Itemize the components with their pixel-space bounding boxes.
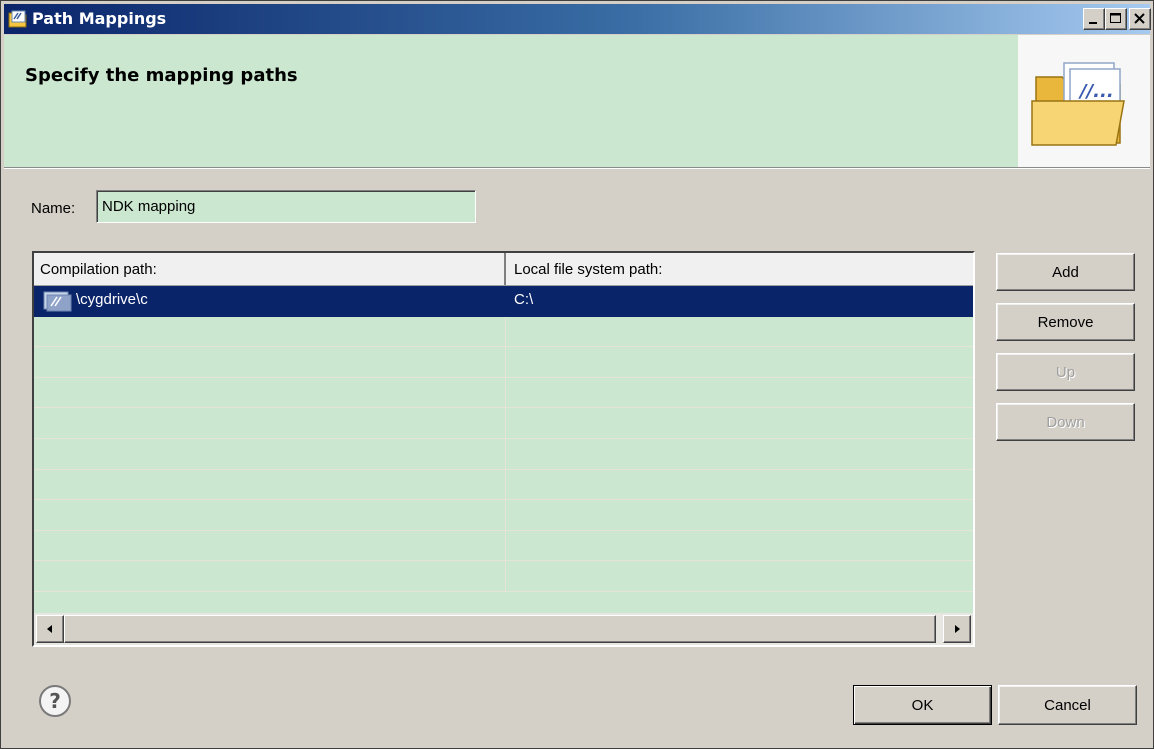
ok-button[interactable]: OK xyxy=(853,685,992,725)
empty-cell xyxy=(34,438,506,469)
empty-cell xyxy=(34,469,506,500)
down-button[interactable]: Down xyxy=(996,403,1135,441)
minimize-icon xyxy=(1089,22,1097,24)
cancel-button[interactable]: Cancel xyxy=(998,685,1137,725)
path-mappings-dialog: Path Mappings Specify the mapping paths xyxy=(0,0,1154,749)
table-row xyxy=(34,561,973,592)
empty-cell xyxy=(34,500,506,530)
svg-text:?: ? xyxy=(49,689,61,713)
empty-cell xyxy=(34,377,506,408)
arrow-left-icon xyxy=(47,625,52,633)
scroll-right-button[interactable] xyxy=(943,615,971,643)
table-row xyxy=(34,500,973,531)
remove-button[interactable]: Remove xyxy=(996,303,1135,341)
mappings-table[interactable]: Compilation path: Local file system path… xyxy=(32,251,975,647)
table-row[interactable]: \cygdrive\c C:\ xyxy=(34,286,973,317)
close-button[interactable] xyxy=(1129,8,1151,30)
empty-cell xyxy=(34,561,506,591)
table-row xyxy=(34,469,973,501)
path-mapping-icon xyxy=(43,290,73,312)
empty-cell xyxy=(34,408,506,438)
maximize-button[interactable] xyxy=(1105,8,1127,30)
path-mapping-icon xyxy=(8,9,28,29)
local-path-text: C:\ xyxy=(514,291,534,308)
folder-mapping-icon: //... xyxy=(1031,62,1125,146)
scroll-left-button[interactable] xyxy=(36,615,64,643)
help-icon[interactable]: ? xyxy=(38,684,72,718)
empty-cell xyxy=(34,530,506,561)
header-banner: Specify the mapping paths //... xyxy=(4,35,1150,168)
table-row xyxy=(34,377,973,409)
table-row xyxy=(34,408,973,439)
maximize-icon xyxy=(1110,13,1121,23)
scrollbar-thumb[interactable] xyxy=(64,615,936,643)
add-button[interactable]: Add xyxy=(996,253,1135,291)
table-row xyxy=(34,316,973,348)
up-button[interactable]: Up xyxy=(996,353,1135,391)
name-input[interactable] xyxy=(96,190,476,223)
table-row xyxy=(34,438,973,470)
arrow-right-icon xyxy=(955,625,960,633)
banner-separator xyxy=(4,168,1150,169)
horizontal-scrollbar[interactable] xyxy=(34,613,973,645)
column-header-local-path[interactable]: Local file system path: xyxy=(508,253,973,285)
empty-cell xyxy=(34,347,506,377)
banner-image: //... xyxy=(1018,35,1150,167)
minimize-button[interactable] xyxy=(1083,8,1105,30)
table-header: Compilation path: Local file system path… xyxy=(34,253,973,286)
svg-text://...: //... xyxy=(1078,81,1114,102)
table-rows: \cygdrive\c C:\ xyxy=(34,286,973,613)
empty-cell xyxy=(34,316,506,347)
window-title: Path Mappings xyxy=(32,9,167,28)
table-row xyxy=(34,530,973,562)
table-row xyxy=(34,347,973,378)
close-icon xyxy=(1134,13,1145,24)
column-header-compilation-path[interactable]: Compilation path: xyxy=(34,253,506,285)
title-bar[interactable]: Path Mappings xyxy=(4,4,1151,34)
compilation-path-text: \cygdrive\c xyxy=(76,291,148,308)
dialog-heading: Specify the mapping paths xyxy=(25,65,298,86)
name-label: Name: xyxy=(31,200,76,217)
